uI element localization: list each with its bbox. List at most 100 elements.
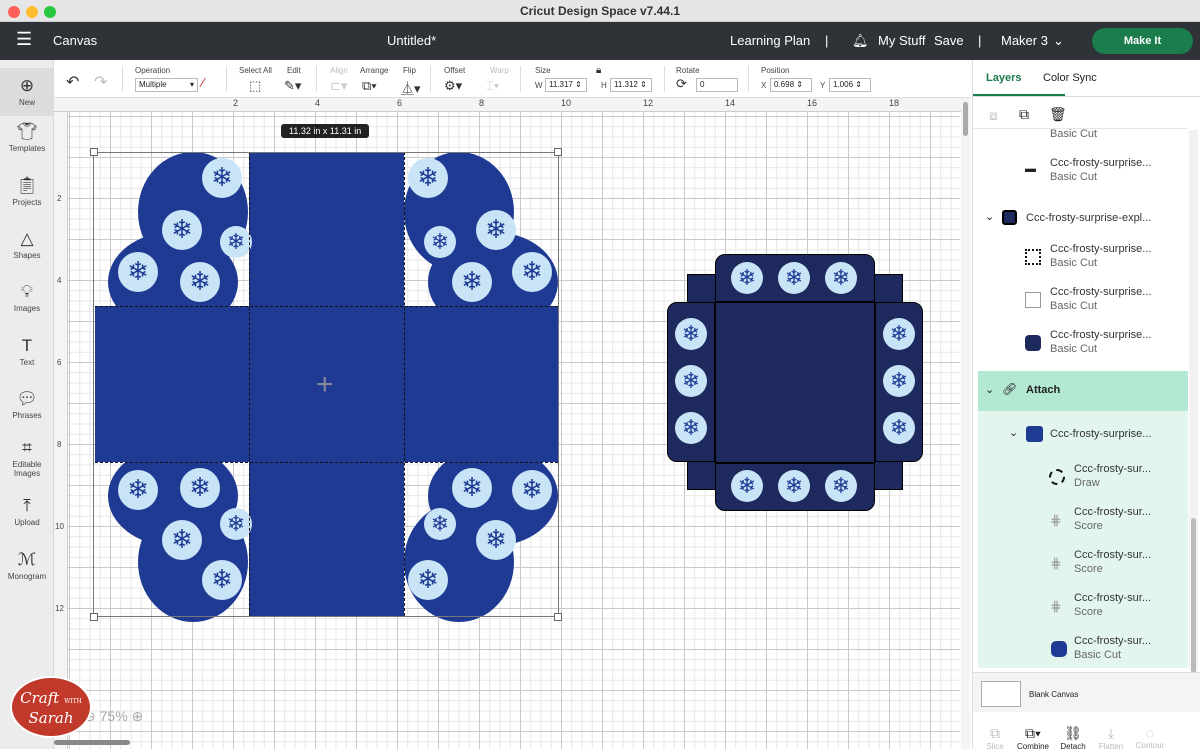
layer-item[interactable]: Ccc-frosty-sur... Draw xyxy=(978,457,1188,500)
align-button[interactable]: ⊏▾ xyxy=(330,78,347,94)
my-stuff-link[interactable]: My Stuff xyxy=(878,33,925,48)
sidebar-new[interactable]: ⊕ New xyxy=(0,68,54,116)
y-input[interactable]: 1.006 ⇕ xyxy=(829,78,871,92)
rotate-icon: ⟳ xyxy=(676,76,687,91)
assembled-box-design[interactable]: ❄ ❄ ❄ ❄ ❄ ❄ ❄ ❄ ❄ ❄ ❄ ❄ xyxy=(667,254,924,512)
contour-icon: ◌ xyxy=(1145,725,1155,741)
layer-type: Score xyxy=(1074,563,1103,575)
learning-plan-link[interactable]: Learning Plan xyxy=(730,33,810,48)
resize-handle[interactable] xyxy=(90,613,98,621)
score-icon: ⋕ xyxy=(1050,598,1062,614)
layer-item[interactable]: ▬ Ccc-frosty-surprise... Basic Cut xyxy=(973,151,1188,194)
trash-icon[interactable]: 🗑︎ xyxy=(1049,106,1067,123)
contour-button[interactable]: ◌ Contour xyxy=(1130,725,1170,750)
align-label: Align xyxy=(330,66,348,75)
blank-canvas-row[interactable]: Blank Canvas xyxy=(973,672,1200,712)
slice-button[interactable]: ⧉ Slice xyxy=(975,725,1015,751)
sidebar-phrases[interactable]: 💬︎ Phrases xyxy=(0,389,54,420)
duplicate-icon[interactable]: ⧉ xyxy=(1019,106,1029,123)
layer-item[interactable]: Ccc-frosty-sur... Basic Cut xyxy=(978,629,1188,668)
offset-button[interactable]: ⚙▾ xyxy=(444,78,462,94)
chevron-down-icon[interactable]: ⌄ xyxy=(1053,33,1064,49)
ruler-tick: 6 xyxy=(397,98,403,108)
layer-type: Draw xyxy=(1074,477,1100,489)
detach-icon: ⛓︎ xyxy=(1064,725,1082,741)
design-canvas[interactable]: ❄ ❄ ❄ ❄ ❄ ❄ ❄ ❄ ❄ ❄ ❄ ❄ ❄ ❄ ❄ ❄ ❄ ❄ ❄ ❄ … xyxy=(10,112,960,749)
sidebar-templates[interactable]: 👕︎ Templates xyxy=(0,122,54,153)
sidebar-shapes[interactable]: △ Shapes xyxy=(0,229,54,260)
divider xyxy=(748,66,749,92)
vertical-scrollbar[interactable] xyxy=(963,102,968,136)
chevron-down-icon[interactable]: ⌄ xyxy=(985,210,1001,226)
size-tooltip: 11.32 in x 11.31 in xyxy=(281,124,370,138)
monogram-icon: ℳ xyxy=(17,550,37,569)
chevron-down-icon[interactable]: ⌄ xyxy=(1009,426,1025,442)
tab-color-sync[interactable]: Color Sync xyxy=(1043,72,1097,84)
layer-thumbnail-icon: ▬ xyxy=(1025,163,1036,175)
horizontal-scrollbar[interactable] xyxy=(54,740,130,745)
layer-group[interactable]: ⌄ Ccc-frosty-surprise... xyxy=(978,414,1188,457)
layer-item[interactable]: Ccc-frosty-surprise... Basic Cut xyxy=(973,280,1188,323)
zoom-window-button[interactable] xyxy=(44,6,56,18)
arrange-button[interactable]: ⧉▾ xyxy=(362,78,377,94)
menu-icon[interactable]: ☰ xyxy=(16,29,32,50)
layer-item[interactable]: • • Basic Cut xyxy=(973,128,1188,151)
redo-button[interactable]: ↷ xyxy=(94,72,107,92)
speech-bubble-icon: 💬︎ xyxy=(16,389,38,408)
resize-handle[interactable] xyxy=(90,148,98,156)
layer-item[interactable]: ⋕ Ccc-frosty-sur... Score xyxy=(978,500,1188,543)
layer-item[interactable]: Ccc-frosty-surprise... Basic Cut xyxy=(973,323,1188,366)
layer-item[interactable]: ⋕ Ccc-frosty-sur... Score xyxy=(978,543,1188,586)
layer-group[interactable]: ⌄ Ccc-frosty-surprise-expl... xyxy=(973,198,1188,241)
lock-icon[interactable]: 🔒︎ xyxy=(596,65,601,76)
resize-handle[interactable] xyxy=(554,148,562,156)
layer-item[interactable]: ⋕ Ccc-frosty-sur... Score xyxy=(978,586,1188,629)
undo-button[interactable]: ↶ xyxy=(66,72,79,92)
layers-scrollbar[interactable] xyxy=(1191,518,1196,678)
sidebar-projects[interactable]: 📋︎ Projects xyxy=(0,176,54,207)
select-all-button[interactable]: ⬚ xyxy=(249,78,261,94)
position-label: Position xyxy=(761,66,790,75)
height-input[interactable]: 11.312 ⇕ xyxy=(610,78,652,92)
resize-handle[interactable] xyxy=(554,613,562,621)
make-it-button[interactable]: Make It xyxy=(1092,28,1193,54)
chevron-down-icon[interactable]: ⌄ xyxy=(985,383,994,396)
bell-icon[interactable]: 🔔︎ xyxy=(852,33,869,49)
layer-item[interactable]: Ccc-frosty-surprise... Basic Cut xyxy=(973,237,1188,280)
flatten-button[interactable]: ⤓ Flatten xyxy=(1091,725,1131,751)
combine-button[interactable]: ⧉▾ Combine xyxy=(1013,725,1053,751)
machine-select[interactable]: Maker 3 xyxy=(1001,33,1048,48)
group-icon[interactable]: ⧇ xyxy=(989,107,998,124)
linetype-color-swatch[interactable]: ⁄ xyxy=(202,75,204,90)
divider xyxy=(316,66,317,92)
upload-icon: ⤒ xyxy=(23,496,31,515)
edit-button[interactable]: ✎▾ xyxy=(284,78,301,94)
sidebar-upload[interactable]: ⤒ Upload xyxy=(0,496,54,527)
sidebar-editable-images[interactable]: ⌗ Editable Images xyxy=(0,438,54,478)
sidebar-monogram[interactable]: ℳ Monogram xyxy=(0,550,54,581)
flip-button[interactable]: ⏅▾ xyxy=(401,78,421,97)
sidebar-text[interactable]: T Text xyxy=(0,336,54,367)
save-button[interactable]: Save xyxy=(934,33,964,48)
rotate-input[interactable]: 0 xyxy=(696,78,738,92)
document-title[interactable]: Untitled* xyxy=(387,33,436,48)
width-input[interactable]: 11.317 ⇕ xyxy=(545,78,587,92)
ruler-tick: 18 xyxy=(889,98,900,108)
tab-layers[interactable]: Layers xyxy=(986,72,1021,84)
minimize-window-button[interactable] xyxy=(26,6,38,18)
canvas-swatch[interactable] xyxy=(981,681,1021,707)
sidebar-images[interactable]: 💡︎ Images xyxy=(0,282,54,313)
sidebar-label: Projects xyxy=(12,198,42,207)
x-input[interactable]: 0.698 ⇕ xyxy=(770,78,812,92)
snowflake-icon: ❄ xyxy=(675,412,707,444)
detach-button[interactable]: ⛓︎ Detach xyxy=(1053,725,1093,751)
attach-header[interactable]: ⌄ 🔗︎ Attach xyxy=(978,371,1188,411)
layer-thumbnail-icon xyxy=(1051,641,1067,657)
close-window-button[interactable] xyxy=(8,6,20,18)
flatten-icon: ⤓ xyxy=(1107,725,1115,741)
warp-button[interactable]: ⌶▾ xyxy=(486,78,499,94)
zoom-in-button[interactable]: ⊕ xyxy=(132,708,144,724)
operation-select[interactable]: Multiple ▾ xyxy=(135,78,198,92)
sidebar-label: Phrases xyxy=(12,411,42,420)
snowflake-icon: ❄ xyxy=(778,470,810,502)
